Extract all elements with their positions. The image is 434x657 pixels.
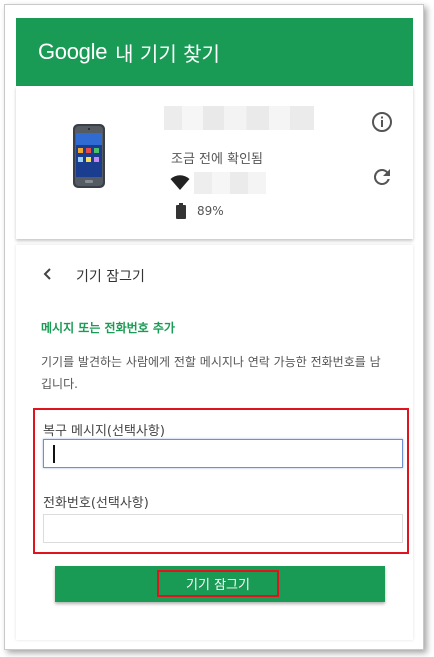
lock-device-button-label: 기기 잠그기 (157, 570, 279, 597)
recovery-message-input[interactable] (43, 439, 403, 468)
chevron-left-icon[interactable] (40, 265, 56, 283)
section-description: 기기를 발견하는 사람에게 전할 메시지나 연락 가능한 전화번호를 남깁니다. (41, 355, 381, 391)
refresh-icon[interactable] (370, 165, 394, 189)
wifi-icon (170, 175, 190, 190)
last-seen-status: 조금 전에 확인됨 (171, 152, 263, 167)
app-window: Google 내 기기 찾기 조금 전에 확인됨 89% 기기 잠그기 메시지 … (4, 4, 424, 650)
phone-number-label: 전화번호(선택사항) (43, 496, 149, 511)
phone-image (73, 124, 105, 188)
recovery-message-label: 복구 메시지(선택사항) (43, 424, 165, 439)
lock-device-button[interactable]: 기기 잠그기 (55, 566, 385, 602)
wifi-name-redacted (194, 172, 266, 194)
battery-icon (176, 203, 186, 219)
app-header: Google 내 기기 찾기 (16, 18, 413, 86)
panel-title: 기기 잠그기 (76, 269, 145, 285)
battery-level: 89% (197, 204, 224, 218)
device-card: 조금 전에 확인됨 89% (16, 86, 413, 239)
text-caret (53, 445, 55, 463)
section-heading: 메시지 또는 전화번호 추가 (41, 321, 175, 335)
info-icon[interactable] (370, 110, 394, 134)
page-title: 내 기기 찾기 (115, 41, 220, 66)
phone-number-input[interactable] (43, 514, 403, 543)
google-logo: Google (38, 39, 108, 64)
device-name-redacted (164, 106, 314, 130)
lock-device-panel: 기기 잠그기 메시지 또는 전화번호 추가 기기를 발견하는 사람에게 전할 메… (16, 245, 413, 640)
